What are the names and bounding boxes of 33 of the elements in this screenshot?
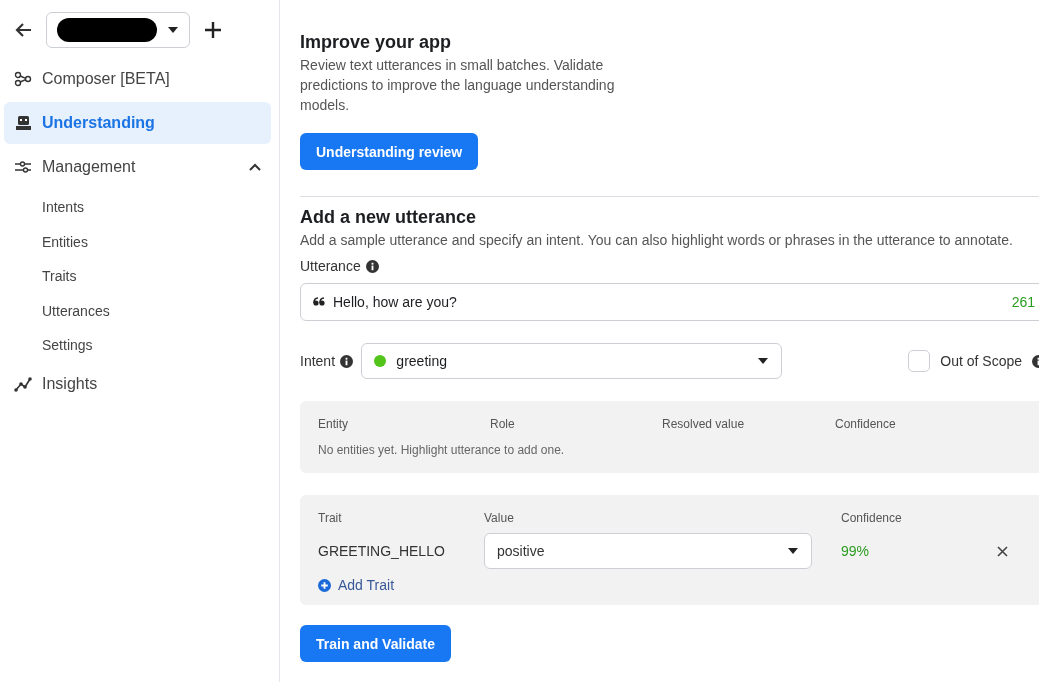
section-title: Add a new utterance (300, 207, 478, 228)
nav-subitem[interactable]: Settings (4, 328, 271, 363)
column-header: Value (484, 511, 515, 525)
train-button[interactable]: Train and Validate (300, 625, 452, 662)
value-dropdown[interactable]: positive (484, 533, 812, 569)
intent-dropdown[interactable]: greeting (361, 343, 783, 379)
review-button[interactable]: Understanding review (300, 133, 479, 170)
section-description: Add a sample utterance and specify an intent. You can also highlight words or phrases in the utterance to annotate. (300, 231, 1014, 250)
confidence-value: 99% (841, 543, 871, 559)
nav-subitem[interactable]: Intents (4, 190, 271, 225)
character-count: 261 (1011, 294, 1035, 310)
nav-subitem[interactable]: Utterances (4, 293, 271, 328)
add-trait-link[interactable]: Add Trait (318, 577, 395, 593)
section-title: Improve your app (300, 32, 453, 53)
column-header: Confidence (835, 417, 897, 431)
column-header: Role (490, 417, 516, 431)
column-header: Entity (318, 417, 349, 431)
column-header: Resolved value (662, 417, 746, 431)
nav-subitem[interactable]: Traits (4, 259, 271, 294)
nav-item[interactable]: Understanding (4, 102, 271, 144)
field-label: Intent (300, 353, 336, 369)
column-header: Trait (318, 511, 343, 525)
utterance-field[interactable]: Hello, how are you? 261 (300, 283, 1039, 321)
field-label: Utterance (300, 258, 361, 274)
column-header: Confidence (841, 511, 903, 525)
nav-item[interactable]: Composer [BETA] (4, 58, 271, 100)
checkbox-label: Out of Scope (940, 353, 1022, 369)
nav-item[interactable]: Management (4, 146, 271, 188)
section-description: Review text utterances in small batches. Validate predictions to improve the language understanding models. (300, 56, 616, 115)
empty-message: No entities yet. Highlight utterance to add one. (318, 443, 566, 457)
trait-name: GREETING_HELLO (318, 543, 446, 559)
nav-subitem[interactable]: Entities (4, 224, 271, 259)
nav-item[interactable]: Insights (4, 362, 271, 405)
